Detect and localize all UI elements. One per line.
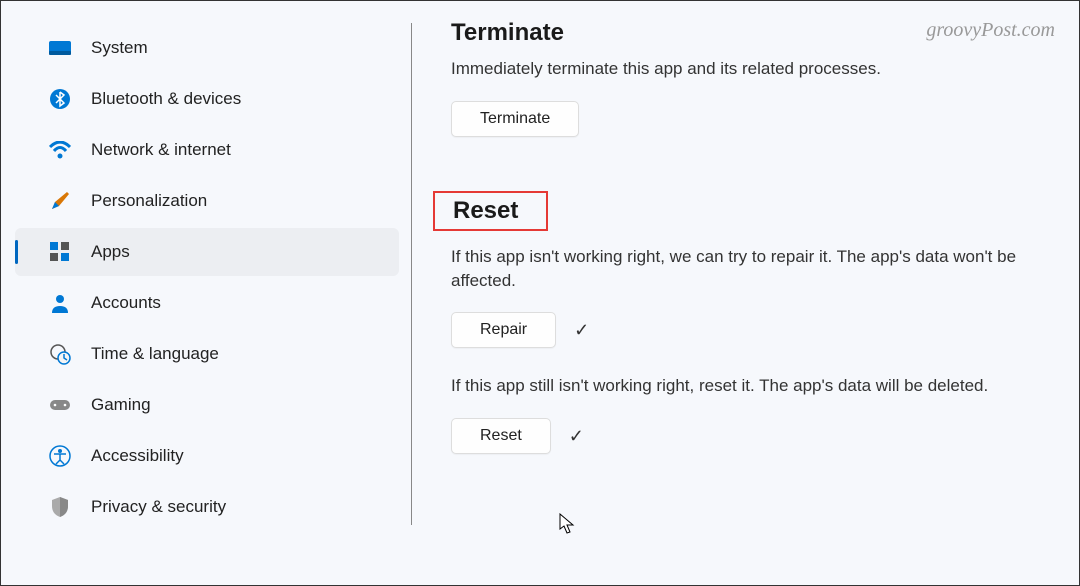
reset-description: If this app still isn't working right, r… — [451, 374, 1059, 398]
paintbrush-icon — [49, 190, 71, 212]
terminate-button[interactable]: Terminate — [451, 101, 579, 137]
clock-globe-icon — [49, 343, 71, 365]
reset-heading-highlight: Reset — [433, 191, 548, 231]
repair-description: If this app isn't working right, we can … — [451, 245, 1059, 293]
bluetooth-icon — [49, 88, 71, 110]
sidebar-item-label: System — [91, 38, 148, 58]
gamepad-icon — [49, 394, 71, 416]
checkmark-icon: ✓ — [569, 426, 584, 447]
sidebar-item-privacy[interactable]: Privacy & security — [15, 483, 399, 531]
sidebar-item-apps[interactable]: Apps — [15, 228, 399, 276]
settings-content: Terminate Immediately terminate this app… — [411, 1, 1079, 585]
repair-button[interactable]: Repair — [451, 312, 556, 348]
sidebar-item-time-language[interactable]: Time & language — [15, 330, 399, 378]
terminate-description: Immediately terminate this app and its r… — [451, 57, 1059, 81]
sidebar-item-label: Accounts — [91, 293, 161, 313]
reset-button[interactable]: Reset — [451, 418, 551, 454]
system-icon — [49, 37, 71, 59]
sidebar-item-label: Apps — [91, 242, 130, 262]
sidebar-item-accessibility[interactable]: Accessibility — [15, 432, 399, 480]
settings-sidebar: System Bluetooth & devices Network & int… — [1, 1, 411, 585]
sidebar-item-label: Bluetooth & devices — [91, 89, 241, 109]
person-icon — [49, 292, 71, 314]
sidebar-item-personalization[interactable]: Personalization — [15, 177, 399, 225]
shield-icon — [49, 496, 71, 518]
sidebar-item-label: Time & language — [91, 344, 219, 364]
checkmark-icon: ✓ — [574, 320, 589, 341]
reset-heading: Reset — [437, 197, 518, 225]
sidebar-item-bluetooth[interactable]: Bluetooth & devices — [15, 75, 399, 123]
sidebar-item-label: Personalization — [91, 191, 207, 211]
accessibility-icon — [49, 445, 71, 467]
watermark: groovyPost.com — [926, 19, 1055, 42]
vertical-divider — [411, 23, 412, 525]
sidebar-item-accounts[interactable]: Accounts — [15, 279, 399, 327]
sidebar-item-label: Gaming — [91, 395, 151, 415]
sidebar-item-system[interactable]: System — [15, 24, 399, 72]
sidebar-item-label: Network & internet — [91, 140, 231, 160]
sidebar-item-label: Privacy & security — [91, 497, 226, 517]
sidebar-item-network[interactable]: Network & internet — [15, 126, 399, 174]
sidebar-item-label: Accessibility — [91, 446, 184, 466]
wifi-icon — [49, 139, 71, 161]
sidebar-item-gaming[interactable]: Gaming — [15, 381, 399, 429]
apps-icon — [49, 241, 71, 263]
